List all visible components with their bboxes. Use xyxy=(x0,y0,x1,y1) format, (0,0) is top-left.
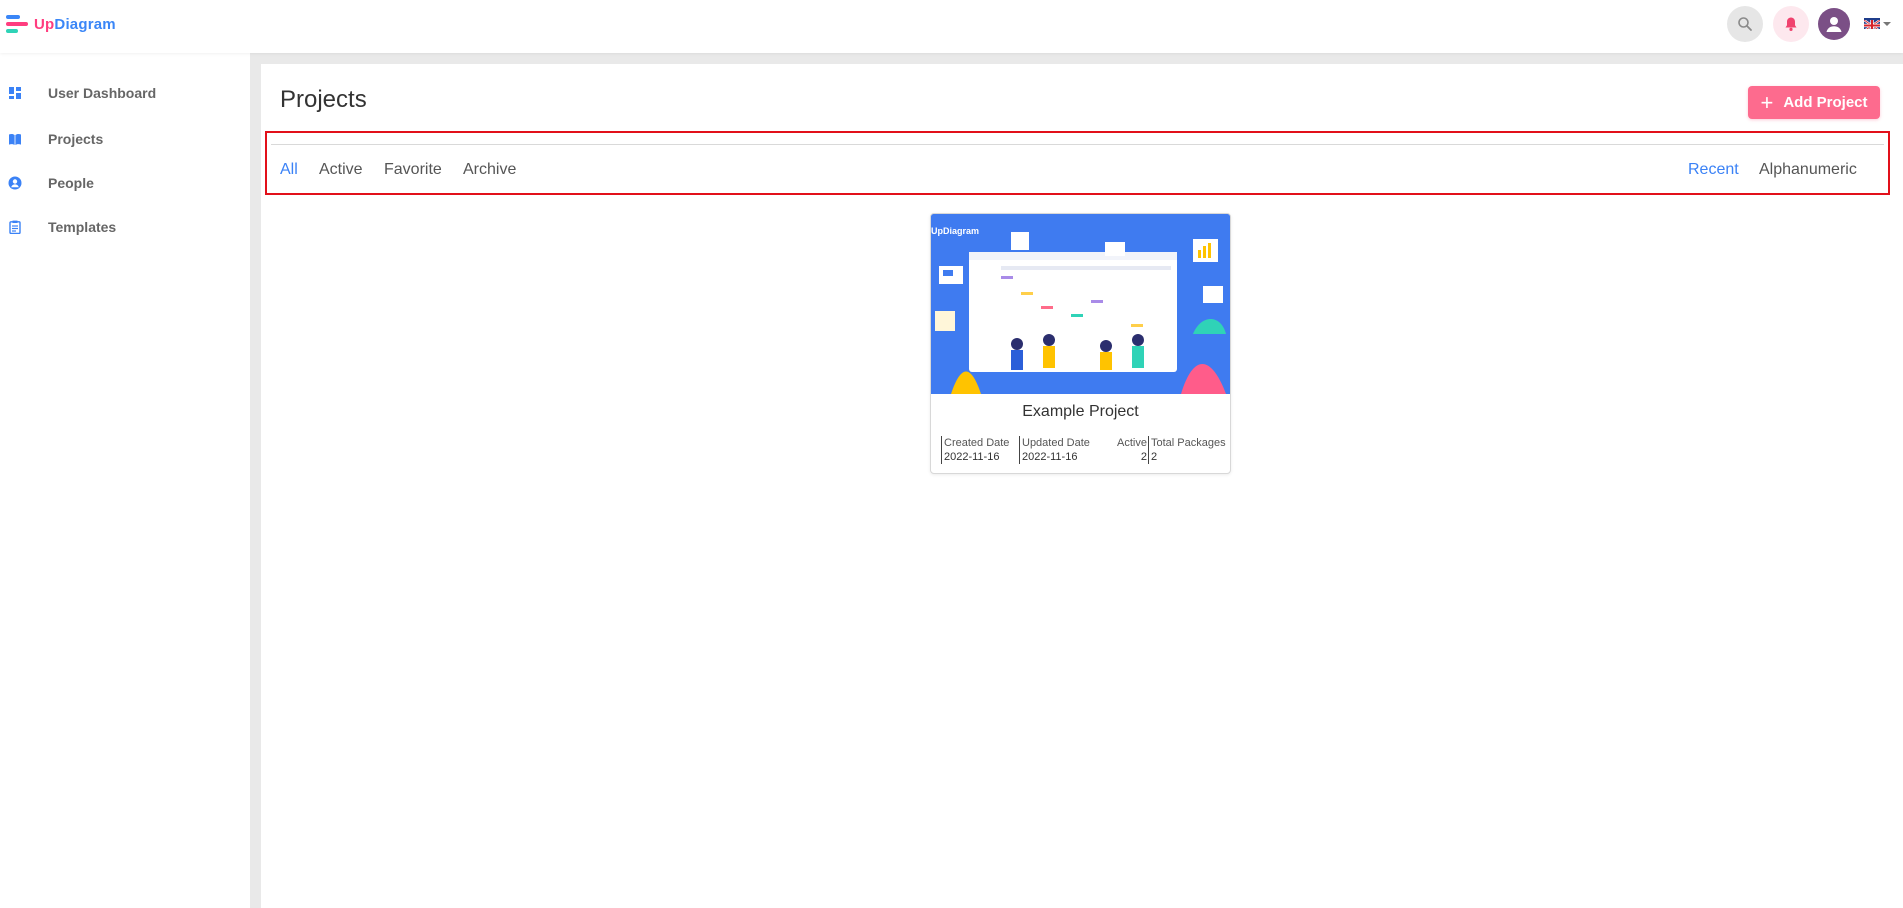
created-date: Created Date 2022-11-16 xyxy=(941,436,1009,464)
sidebar-item-templates[interactable]: Templates xyxy=(0,207,250,247)
filter-bar: All Active Favorite Archive Recent Alpha… xyxy=(265,131,1890,195)
created-date-label: Created Date xyxy=(944,437,1010,449)
sort-alphanumeric[interactable]: Alphanumeric xyxy=(1759,161,1857,179)
book-icon xyxy=(9,133,21,145)
active-count-label: Active xyxy=(1117,437,1147,449)
user-avatar-icon xyxy=(1826,17,1842,32)
search-icon xyxy=(1738,17,1752,31)
updated-date-label: Updated Date xyxy=(1022,437,1090,449)
project-thumbnail: UpDiagram xyxy=(931,214,1230,394)
created-date-value: 2022-11-16 xyxy=(944,451,1000,463)
tab-archive[interactable]: Archive xyxy=(463,161,516,179)
sidebar-item-label: Projects xyxy=(48,131,104,147)
project-name: Example Project xyxy=(1022,403,1139,420)
total-packages-label: Total Packages xyxy=(1151,437,1226,449)
tab-favorite[interactable]: Favorite xyxy=(384,161,442,179)
sidebar-item-projects[interactable]: Projects xyxy=(0,119,250,159)
logo-text: UpDiagram xyxy=(34,15,116,33)
clipboard-icon xyxy=(9,220,21,234)
page-title: Projects xyxy=(280,86,367,113)
logo-mark-icon xyxy=(6,13,30,35)
plus-icon: + xyxy=(1760,89,1774,115)
top-bar: UpDiagram xyxy=(0,0,1903,53)
add-project-button[interactable]: + Add Project xyxy=(1748,86,1880,119)
updated-date-value: 2022-11-16 xyxy=(1022,451,1078,463)
thumbnail-logo-text: UpDiagram xyxy=(931,226,979,236)
total-packages: Total Packages 2 xyxy=(1148,436,1226,464)
project-illustration-icon: UpDiagram xyxy=(931,214,1230,394)
language-selector[interactable] xyxy=(1864,18,1891,29)
active-count-value: 2 xyxy=(1140,451,1147,463)
bell-icon xyxy=(1785,17,1797,31)
tab-active[interactable]: Active xyxy=(319,161,363,179)
uk-flag-icon xyxy=(1864,18,1880,29)
sidebar: User Dashboard Projects People Templates xyxy=(0,53,250,908)
app-logo[interactable]: UpDiagram xyxy=(6,13,116,35)
project-card[interactable]: UpDiagram Example Project Created Date 2… xyxy=(930,213,1231,474)
user-avatar-button[interactable] xyxy=(1818,8,1850,40)
sort-recent[interactable]: Recent xyxy=(1688,161,1739,179)
sidebar-item-label: Templates xyxy=(48,219,117,235)
sidebar-item-label: User Dashboard xyxy=(48,85,157,101)
active-count: Active 2 xyxy=(1113,436,1147,464)
sidebar-item-user-dashboard[interactable]: User Dashboard xyxy=(0,73,250,113)
updated-date: Updated Date 2022-11-16 xyxy=(1019,436,1090,464)
sidebar-item-label: People xyxy=(48,175,94,191)
add-project-label: Add Project xyxy=(1783,94,1868,111)
sidebar-item-people[interactable]: People xyxy=(0,163,250,203)
person-icon xyxy=(8,176,22,190)
divider xyxy=(271,144,1884,145)
tab-all[interactable]: All xyxy=(280,161,298,179)
notifications-button[interactable] xyxy=(1773,6,1809,42)
chevron-down-icon xyxy=(1883,21,1891,26)
search-button[interactable] xyxy=(1727,6,1763,42)
dashboard-icon xyxy=(9,87,21,99)
total-packages-value: 2 xyxy=(1151,451,1158,463)
